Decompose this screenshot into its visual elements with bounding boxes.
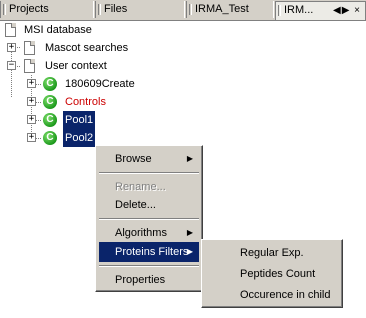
- collapse-minus-icon[interactable]: −: [7, 61, 16, 70]
- tab-grip: [278, 5, 281, 16]
- context-menu: Browse ▶ Rename... Delete... Algorithms …: [95, 145, 203, 292]
- tab-bar: Projects Files IRMA_Test IRM... ◀▶ ×: [0, 0, 366, 21]
- expand-plus-icon[interactable]: +: [7, 43, 16, 52]
- menu-item-label: Browse: [115, 153, 152, 165]
- tree-node-label: User context: [45, 60, 107, 72]
- context-c-icon: C: [43, 77, 57, 91]
- doc-icon: [24, 41, 35, 55]
- menu-item-label: Rename...: [115, 181, 166, 193]
- menu-separator: [99, 218, 199, 220]
- submenu-arrow-icon: ▶: [186, 154, 193, 163]
- tree-node-label: Controls: [65, 96, 106, 108]
- context-c-icon: C: [43, 95, 57, 109]
- menu-item-label: Properties: [115, 274, 166, 286]
- menu-separator: [99, 265, 199, 267]
- tab-irma-test[interactable]: IRMA_Test: [186, 1, 274, 18]
- submenu-arrow-icon: ▶: [186, 247, 193, 256]
- expand-plus-icon[interactable]: +: [27, 79, 36, 88]
- context-c-icon: C: [43, 113, 57, 127]
- tree-node-label: MSI database: [24, 24, 92, 36]
- expand-plus-icon[interactable]: +: [27, 133, 36, 142]
- menu-item-label: Peptides Count: [240, 268, 316, 280]
- tab-label: Projects: [9, 3, 49, 15]
- menu-item-delete[interactable]: Delete...: [99, 195, 199, 215]
- tab-controls-icon[interactable]: ◀▶ ×: [333, 2, 361, 19]
- menu-item-proteins-filters[interactable]: Proteins Filters ▶: [99, 242, 199, 262]
- menu-item-rename: Rename...: [99, 177, 199, 197]
- tree-node-label: 180609Create: [65, 78, 135, 90]
- tab-irma-active[interactable]: IRM... ◀▶ ×: [275, 1, 366, 20]
- menu-item-label: Proteins Filters: [115, 246, 189, 258]
- tree-node-pool1[interactable]: + C Pool1: [0, 111, 200, 129]
- tab-files[interactable]: Files: [95, 1, 185, 18]
- tree-node-label: Mascot searches: [45, 42, 129, 54]
- menu-item-label: Algorithms: [115, 227, 167, 239]
- context-c-icon: C: [43, 131, 57, 145]
- tab-grip: [98, 4, 101, 15]
- menu-item-label: Occurence in child: [240, 289, 331, 301]
- tab-projects[interactable]: Projects: [0, 1, 94, 18]
- menu-item-label: Delete...: [115, 199, 156, 211]
- menu-separator: [99, 172, 199, 174]
- submenu-item-regular-exp[interactable]: Regular Exp.: [205, 243, 339, 263]
- tab-label: Files: [104, 3, 128, 15]
- tree-node-label: Pool2: [63, 129, 96, 147]
- menu-item-label: Regular Exp.: [240, 247, 304, 259]
- submenu-arrow-icon: ▶: [186, 228, 193, 237]
- menu-item-properties[interactable]: Properties: [99, 270, 199, 290]
- menu-item-algorithms[interactable]: Algorithms ▶: [99, 223, 199, 243]
- submenu-item-occurence-in-child[interactable]: Occurence in child: [205, 285, 339, 305]
- tree-node-mascot-searches[interactable]: + Mascot searches: [0, 39, 200, 57]
- tab-grip: [3, 4, 6, 15]
- tree-node-controls[interactable]: + C Controls: [0, 93, 200, 111]
- expand-plus-icon[interactable]: +: [27, 115, 36, 124]
- tab-label: IRM...: [284, 4, 314, 16]
- tree-node-180609create[interactable]: + C 180609Create: [0, 75, 200, 93]
- doc-icon: [24, 59, 35, 73]
- tree-node-user-context[interactable]: − User context: [0, 57, 200, 75]
- menu-item-browse[interactable]: Browse ▶: [99, 149, 199, 169]
- tab-grip: [189, 4, 192, 15]
- submenu-item-peptides-count[interactable]: Peptides Count: [205, 264, 339, 284]
- proteins-filters-submenu: Regular Exp. Peptides Count Occurence in…: [201, 239, 343, 308]
- expand-plus-icon[interactable]: +: [27, 97, 36, 106]
- tree-node-msi-database[interactable]: MSI database: [0, 21, 200, 39]
- database-doc-icon: [5, 23, 16, 37]
- tab-label: IRMA_Test: [195, 3, 249, 15]
- tree-node-label: Pool1: [63, 111, 96, 129]
